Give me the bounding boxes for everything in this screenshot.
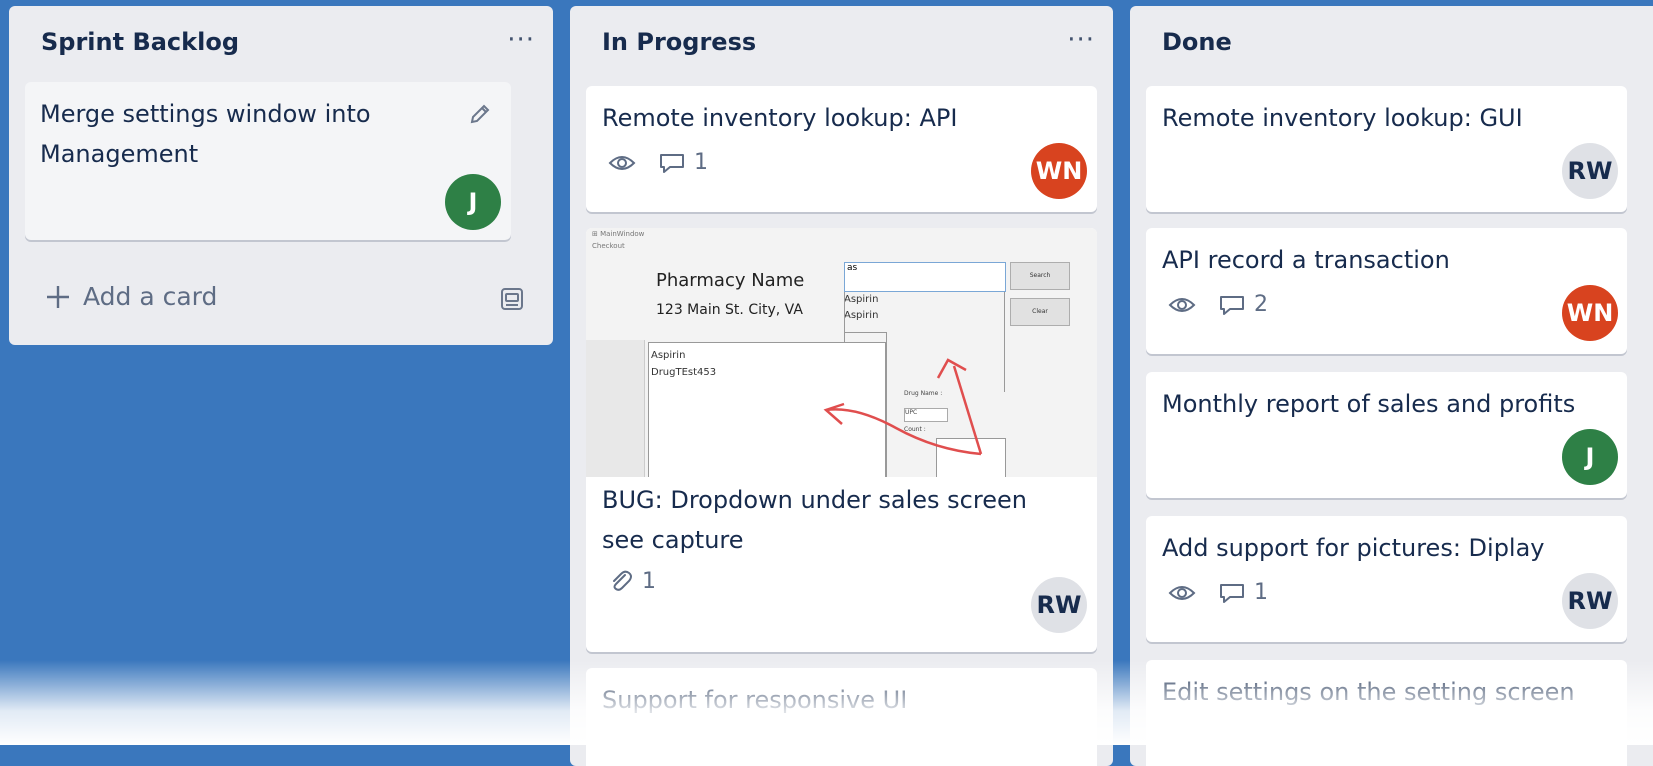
eye-icon (1168, 297, 1196, 312)
card[interactable]: Merge settings window into Management J (25, 82, 511, 240)
watching-badge (608, 152, 636, 174)
comments-count: 1 (1254, 580, 1268, 605)
card-title: API record a transaction (1162, 246, 1450, 274)
card-title: Support for responsive UI (602, 686, 908, 714)
card-badges: 2 (1168, 292, 1282, 317)
card-title: Merge settings window into Management (40, 100, 371, 168)
member-avatar[interactable]: RW (1562, 573, 1618, 629)
comments-badge: 1 (658, 150, 708, 175)
card-title: Remote inventory lookup: API (602, 104, 958, 132)
list-title[interactable]: Done (1162, 28, 1232, 56)
list-done: Done ··· Remote inventory lookup: GUI RW… (1130, 6, 1653, 766)
card[interactable]: Remote inventory lookup: API 1 WN (586, 86, 1097, 212)
card[interactable]: API record a transaction 2 WN (1146, 228, 1627, 354)
card-template-icon[interactable] (499, 286, 525, 312)
attachments-count: 1 (642, 568, 656, 594)
card[interactable]: Remote inventory lookup: GUI RW (1146, 86, 1627, 212)
list-in-progress: In Progress ··· Remote inventory lookup:… (570, 6, 1113, 766)
member-avatar[interactable]: J (445, 174, 501, 230)
member-avatar[interactable]: WN (1562, 285, 1618, 341)
comment-icon (1220, 583, 1244, 603)
list-menu-icon[interactable]: ··· (1067, 27, 1095, 53)
add-card-button[interactable]: Add a card (45, 282, 217, 311)
comments-count: 2 (1254, 292, 1268, 317)
eye-icon (1168, 585, 1196, 600)
card-badges: 1 (1168, 580, 1282, 605)
member-avatar[interactable]: WN (1031, 143, 1087, 199)
comments-badge: 1 (1218, 580, 1268, 605)
card-badges: 1 (608, 150, 722, 175)
list-header: Sprint Backlog ··· (9, 6, 553, 86)
list-title[interactable]: Sprint Backlog (41, 28, 239, 56)
comment-icon (1220, 295, 1244, 315)
card[interactable]: Edit settings on the setting screen (1146, 660, 1627, 766)
plus-icon (47, 285, 69, 308)
paperclip-icon (613, 570, 632, 591)
list-header: In Progress ··· (570, 6, 1113, 86)
card-title: Monthly report of sales and profits (1162, 390, 1576, 418)
watching-badge (1168, 582, 1196, 604)
card-title: BUG: Dropdown under sales screen see cap… (602, 486, 1027, 554)
watching-badge (1168, 294, 1196, 316)
add-card-label: Add a card (83, 282, 218, 311)
card[interactable]: Support for responsive UI (586, 668, 1097, 766)
attachments-badge: 1 (608, 568, 656, 594)
card-cover-image: ⊞ MainWindow Checkout Pharmacy Name 123 … (586, 228, 1097, 477)
comments-count: 1 (694, 150, 708, 175)
comments-badge: 2 (1218, 292, 1268, 317)
list-title[interactable]: In Progress (602, 28, 756, 56)
member-avatar[interactable]: RW (1031, 577, 1087, 633)
card[interactable]: Monthly report of sales and profits J (1146, 372, 1627, 498)
list-menu-icon[interactable]: ··· (507, 27, 535, 53)
card-badges: 1 (608, 568, 670, 594)
card-title: Edit settings on the setting screen (1162, 678, 1575, 706)
comment-icon (660, 153, 684, 173)
pencil-edit-icon[interactable] (467, 102, 493, 128)
card-with-cover[interactable]: ⊞ MainWindow Checkout Pharmacy Name 123 … (586, 228, 1097, 652)
member-avatar[interactable]: J (1562, 429, 1618, 485)
red-arrow-annotation-icon (823, 358, 983, 456)
card-title: Remote inventory lookup: GUI (1162, 104, 1523, 132)
list-sprint-backlog: Sprint Backlog ··· Merge settings window… (9, 6, 553, 345)
member-avatar[interactable]: RW (1562, 143, 1618, 199)
card-title: Add support for pictures: Diplay (1162, 534, 1545, 562)
eye-icon (608, 155, 636, 170)
card[interactable]: Add support for pictures: Diplay 1 RW (1146, 516, 1627, 642)
list-header: Done ··· (1130, 6, 1653, 86)
